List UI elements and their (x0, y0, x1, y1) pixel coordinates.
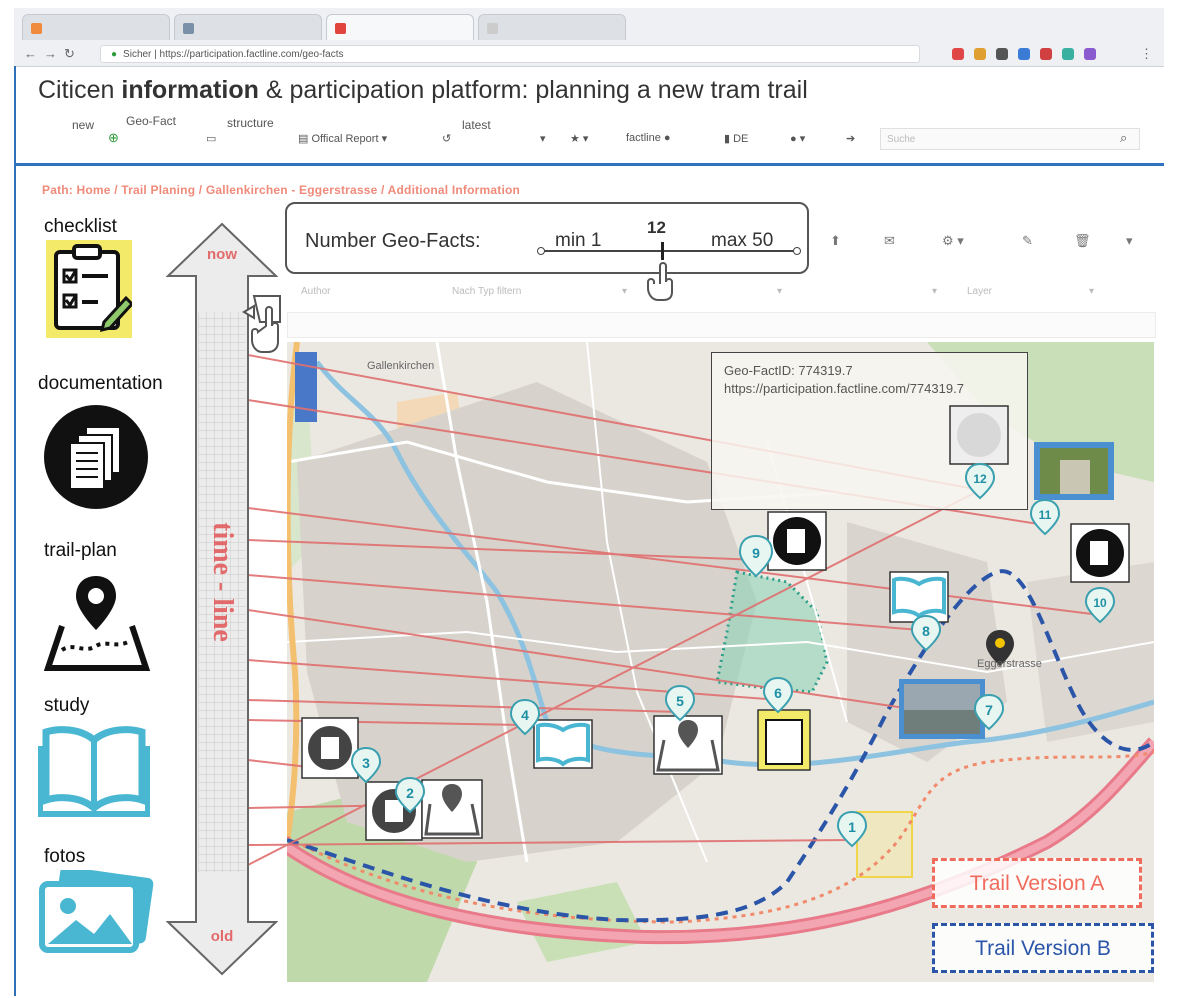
geofact-tooltip: Geo-FactID: 774319.7 https://participati… (711, 352, 1028, 510)
trash-icon[interactable]: 🗑 (1074, 233, 1091, 249)
geofacts-count-label: Number Geo-Facts: (305, 230, 481, 252)
geofacts-slider-handle[interactable] (661, 242, 664, 260)
geofact-url[interactable]: https://participation.factline.com/77431… (724, 381, 964, 396)
timeline-old-label: old (210, 928, 234, 945)
fotos-icon (39, 870, 154, 953)
geofacts-max-label: max 50 (711, 230, 774, 251)
hand-cursor-icon (242, 295, 281, 353)
map-search-input[interactable] (287, 312, 1156, 338)
settings-icon[interactable]: ⚙ ▾ (942, 233, 964, 249)
geofacts-value: 12 (647, 218, 666, 237)
filter-bar: Author Nach Typ filtern ▾ ▾ ▾ Layer ▾ (287, 280, 1154, 304)
legend-trail-plan-label: trail-plan (44, 540, 117, 561)
study-book-icon (38, 726, 150, 817)
timeline-vertical-label: time - line (207, 522, 238, 642)
filter-arrow-icon[interactable]: ▾ (932, 286, 937, 297)
type-filter-arrow-icon[interactable]: ▾ (622, 286, 627, 297)
geofacts-count-panel: Number Geo-Facts: min 1 12 max 50 (285, 202, 809, 274)
more-icon[interactable]: ▾ (1126, 233, 1133, 249)
legend-fotos-label: fotos (44, 846, 86, 867)
filter-arrow-icon[interactable]: ▾ (777, 286, 782, 297)
author-filter[interactable]: Author (301, 286, 330, 297)
legend-documentation-label: documentation (38, 373, 163, 394)
legend-study-label: study (44, 695, 90, 716)
edit-icon[interactable]: ✎ (1022, 233, 1033, 249)
trail-version-a-label: Trail Version A (969, 872, 1105, 895)
trail-version-b-label: Trail Version B (975, 937, 1111, 960)
geofacts-min-label: min 1 (555, 230, 602, 251)
layer-filter[interactable]: Layer (967, 286, 992, 297)
upload-icon[interactable]: ⬆ (830, 233, 841, 249)
checklist-icon (46, 240, 132, 338)
trail-version-a-legend[interactable]: Trail Version A (932, 858, 1142, 908)
geofacts-slider-min-dot (537, 247, 545, 255)
mail-icon[interactable]: ✉ (884, 233, 895, 249)
geofact-id: Geo-FactID: 774319.7 (724, 363, 853, 378)
type-filter[interactable]: Nach Typ filtern (452, 286, 521, 297)
trail-version-b-legend[interactable]: Trail Version B (932, 923, 1154, 973)
documentation-icon (44, 405, 148, 509)
timeline-now-label: now (207, 246, 237, 263)
geofacts-slider-track[interactable] (541, 250, 797, 252)
layer-filter-arrow-icon[interactable]: ▾ (1089, 286, 1094, 297)
legend-checklist-label: checklist (44, 216, 117, 237)
geofacts-slider-max-dot (793, 247, 801, 255)
trail-plan-icon (44, 576, 150, 671)
